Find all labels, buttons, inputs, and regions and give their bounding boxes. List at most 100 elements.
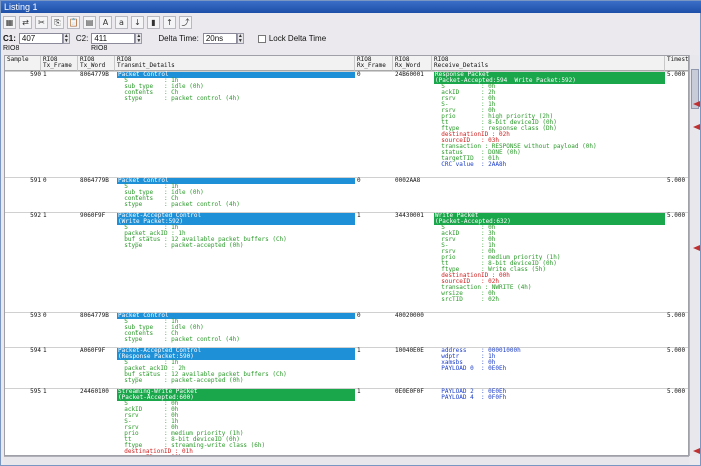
timestamp-cell: 5.000 ns [667,312,686,319]
sample-cell: 590 [30,71,41,78]
c2-spinner[interactable]: ▲ ▼ [135,33,143,44]
rx-frame-cell: 0 [357,312,361,319]
detail-line: PAYLOAD 4 : 0F0Fh [434,394,507,401]
column-header[interactable]: RIO8 Tx_Word [78,56,115,71]
c2-input[interactable]: 411 [91,33,136,44]
bookmark-icon[interactable]: ▮ [147,15,160,29]
c1-spinner[interactable]: ▲ ▼ [62,33,70,44]
cut-icon[interactable]: ✂ [35,15,48,29]
tx-frame-cell: 1 [43,71,47,78]
column-header[interactable]: RIO8 Rx_Word [393,56,432,71]
column-header[interactable]: RIO8 Receive_Details [432,56,665,71]
tx-frame-cell: 1 [43,347,47,354]
receive-details-cell: PAYLOAD 2 : 0E0Eh PAYLOAD 4 : 0F0Fh [432,389,665,401]
sample-cell: 591 [30,177,41,184]
tx-frame-cell: 0 [43,312,47,319]
detail-line: PAYLOAD 0 : 0E0Eh [434,365,507,372]
toggle-icon[interactable]: ⇄ [19,15,32,29]
timestamp-cell: 5.000 ns [667,71,686,78]
c1-label: C1: [3,34,16,43]
table-row[interactable]: 59108064779B00002AA85.000 nsPacket Contr… [5,177,688,212]
tx-word-cell: 9060F9F [80,212,106,219]
sample-cell: 593 [30,312,41,319]
tx-word-cell: 24460100 [80,388,109,395]
detail-line: CRC value : 2AA8h [434,161,507,168]
timestamp-cell: 5.000 ns [667,388,686,395]
delta-spinner[interactable]: ▲ ▼ [236,33,244,44]
receive-details-cell: Write Packet (Packet-Accepted:632) S : 0h… [432,213,665,303]
transmit-details-cell: Packet-Accepted Control (Response Packet:… [115,348,355,384]
listing-grid[interactable]: Sample RIO8 Tx_Frame RIO8 Tx_Word RIO8 Tran… [4,55,689,456]
toolbar: ▦ ⇄ ✂ ⎘ 📋 ▤ Aa ↓ ▮ ↑ ⤴ [3,14,192,30]
detail-line: stype : packet control (4h) [117,201,240,208]
font-small-icon[interactable]: a [115,15,128,29]
tx-frame-cell: 0 [43,177,47,184]
rx-frame-cell: 0 [357,71,361,78]
column-header[interactable]: RIO8 Tx_Frame [41,56,78,71]
column-header[interactable]: RIO8 Transmit_Details [115,56,355,71]
rx-frame-cell: 1 [357,388,361,395]
rx-word-cell: 0002AA8 [395,177,421,184]
detail-line: stype : packet-accepted (0h) [117,377,244,384]
column-header[interactable]: Timestamp [665,56,688,71]
c2-label: C2: [75,34,89,43]
cursor-bar: C1: 407 ▲ ▼ C2: 411 ▲ ▼ Delta Time: 20ns ▲ ▼ L… [3,32,326,45]
detail-line: stype : packet-accepted (0h) [117,242,244,249]
tx-frame-cell: 1 [43,212,47,219]
tx-word-cell: A060F9F [80,347,106,354]
copy-icon[interactable]: ⎘ [51,15,64,29]
lock-delta-checkbox[interactable] [257,34,266,43]
c1-input[interactable]: 407 [18,33,63,44]
find-up-icon[interactable]: ↑ [163,15,176,29]
horizontal-scrollbar[interactable] [4,456,689,465]
rx-frame-cell: 1 [357,347,361,354]
export-icon[interactable]: ⤴ [179,15,192,29]
delta-time-input[interactable]: 20ns [202,33,237,44]
grid-icon[interactable]: ▦ [3,15,16,29]
detail-line: stype : packet control (4h) [117,336,240,343]
window-title: Listing 1 [1,1,701,13]
rx-frame-cell: 0 [357,177,361,184]
table-row[interactable]: 5941A060F9F110040E0E5.000 nsPacket-Accep… [5,347,688,388]
rx-word-cell: 40020000 [395,312,424,319]
table-row[interactable]: 59219060F9F1344300015.000 nsPacket-Accep… [5,212,688,312]
tx-word-cell: 8064779B [80,312,109,319]
rx-frame-cell: 1 [357,212,361,219]
transmit-details-cell: Packet Control S : 1h sub_type : idle (0… [115,72,355,102]
transmit-details-cell: Packet Control S : 1h sub_type : idle (0… [115,178,355,208]
rx-word-cell: 10040E0E [395,347,424,354]
timestamp-cell: 5.000 ns [667,347,686,354]
rx-word-cell: 0E0E0F0F [395,388,424,395]
sample-cell: 595 [30,388,41,395]
column-header[interactable]: RIO8 Rx_Frame [355,56,393,71]
transmit-details-cell: Packet Control S : 1h sub_type : idle (0… [115,313,355,343]
tx-word-cell: 8064779B [80,71,109,78]
cursor-bus-labels: RIO8 RIO8 [3,45,203,53]
sample-cell: 594 [30,347,41,354]
find-down-icon[interactable]: ↓ [131,15,144,29]
detail-line: stype : packet control (4h) [117,95,240,102]
rx-word-cell: 24B60001 [395,71,424,78]
table-icon[interactable]: ▤ [83,15,96,29]
transmit-details-cell: Packet-Accepted Control (Write Packet:592… [115,213,355,249]
receive-details-cell: address : 00001000h wdptr : 1h xamsbs : … [432,348,665,372]
table-row[interactable]: 59512446010010E0E0F0F5.000 nsStreaming-W… [5,388,688,455]
vertical-scrollbar[interactable] [689,55,699,456]
font-large-icon[interactable]: A [99,15,112,29]
detail-line: srcTID : 02h [434,296,500,303]
transmit-details-cell: Streaming-Write Packet (Packet-Accepted:6… [115,389,355,455]
timestamp-cell: 5.000 ns [667,177,686,184]
delta-time-label: Delta Time: [158,34,199,43]
tx-word-cell: 8064779B [80,177,109,184]
table-row[interactable]: 5901 8064779B 0 24B60001 5.000 ns Packet Cont… [5,71,688,177]
rx-word-cell: 34430001 [395,212,424,219]
paste-icon[interactable]: 📋 [67,15,80,29]
lock-delta-label: Lock Delta Time [268,34,327,43]
tx-frame-cell: 1 [43,388,47,395]
receive-details-cell: Response Packet (Packet-Accepted:594 Writ… [432,72,665,168]
table-row[interactable]: 59308064779B0400200005.000 nsPacket Cont… [5,312,688,347]
listing-window: Listing 1 ▦ ⇄ ✂ ⎘ 📋 ▤ Aa ↓ ▮ ↑ ⤴ C1: 407 ▲ ▼ C2: 411… [0,0,701,466]
c1-bus-label: RIO8 [3,45,20,52]
sample-cell: 592 [30,212,41,219]
column-header[interactable]: Sample [5,56,41,71]
